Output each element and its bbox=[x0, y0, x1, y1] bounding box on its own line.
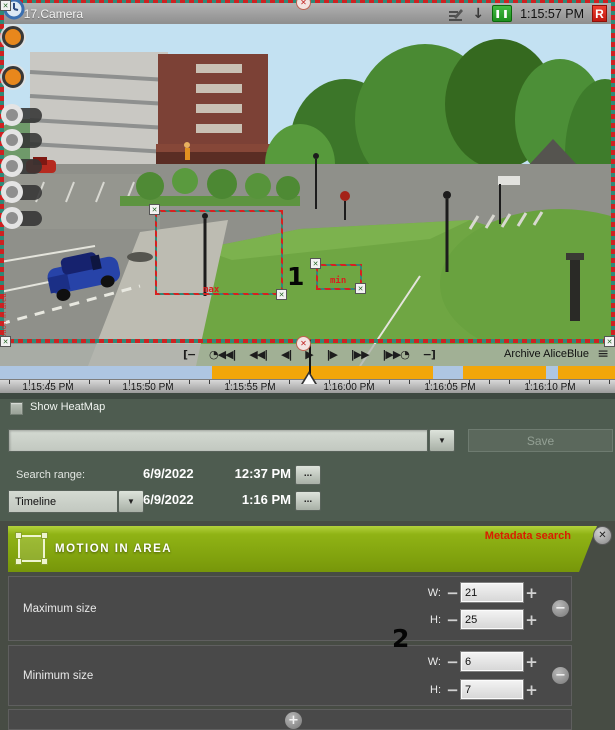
from-date: 6/9/2022 bbox=[143, 466, 194, 482]
increment-button[interactable]: + bbox=[524, 653, 539, 671]
camera-title: 17.Camera bbox=[24, 7, 83, 21]
search-mode-select[interactable]: Timeline bbox=[8, 490, 118, 513]
jump-end-button[interactable]: −] bbox=[423, 344, 435, 366]
search-mode-dropdown-icon[interactable]: ▼ bbox=[118, 490, 144, 513]
to-date-browse-button[interactable]: ... bbox=[295, 491, 321, 511]
annotate-icon[interactable] bbox=[448, 7, 464, 21]
metadata-search-panel: MOTION IN AREA Metadata search ✕ Maximum… bbox=[0, 521, 615, 730]
panel-title: MOTION IN AREA bbox=[55, 543, 172, 555]
archive-name[interactable]: Archive AliceBlue bbox=[504, 348, 589, 360]
decrement-button[interactable]: − bbox=[445, 681, 460, 699]
min-rect-handle-br[interactable]: ✕ bbox=[355, 283, 366, 294]
min-height-input[interactable] bbox=[460, 679, 524, 700]
prev-event-button[interactable]: ◔◀◀| bbox=[209, 344, 236, 366]
annotation-1: 1 bbox=[287, 262, 304, 291]
min-width-input[interactable] bbox=[460, 651, 524, 672]
recording-segment bbox=[558, 366, 615, 379]
region-delete-icon-bottom[interactable]: ✕ bbox=[296, 336, 311, 351]
to-time: 1:16 PM bbox=[242, 492, 291, 508]
region-handle-bl[interactable]: ✕ bbox=[0, 336, 11, 347]
recording-segment bbox=[463, 366, 546, 379]
next-event-button[interactable]: |▶▶◔ bbox=[382, 344, 409, 366]
to-date: 6/9/2022 bbox=[143, 492, 194, 508]
search-to-datetime: 6/9/2022 1:16 PM bbox=[143, 492, 291, 508]
decrement-button[interactable]: − bbox=[445, 653, 460, 671]
width-label: W: bbox=[419, 587, 441, 599]
max-rect-label: max bbox=[203, 285, 219, 295]
tick-label: 1:16:05 PM bbox=[405, 382, 495, 393]
width-label: W: bbox=[419, 656, 441, 668]
decrement-button[interactable]: − bbox=[445, 611, 460, 629]
max-width-input[interactable] bbox=[460, 582, 524, 603]
annotation-2: 2 bbox=[392, 624, 409, 653]
max-height-input[interactable] bbox=[460, 609, 524, 630]
max-rect-handle-br[interactable]: ✕ bbox=[276, 289, 287, 300]
add-row-strip: + bbox=[8, 709, 572, 730]
region-handle-br[interactable]: ✕ bbox=[604, 336, 615, 347]
remove-row-button[interactable]: − bbox=[552, 667, 569, 684]
min-rect-label: min bbox=[330, 276, 346, 286]
divider bbox=[0, 393, 615, 399]
tick-label: 1:16:00 PM bbox=[304, 382, 394, 393]
preset-combobox[interactable] bbox=[8, 429, 428, 452]
record-badge: R bbox=[592, 5, 607, 22]
playhead-marker-fill bbox=[303, 374, 315, 384]
region-handle-tl[interactable]: ✕ bbox=[0, 0, 11, 11]
tick-label: 1:15:50 PM bbox=[103, 382, 193, 393]
pause-button[interactable]: ❚❚ bbox=[492, 5, 512, 22]
bar-menu-icon[interactable]: ≡ bbox=[597, 346, 609, 362]
decrement-button[interactable]: − bbox=[445, 584, 460, 602]
export-icon[interactable]: ↓ bbox=[472, 6, 484, 22]
height-label: H: bbox=[419, 614, 441, 626]
metadata-search-tag: Metadata search bbox=[485, 530, 571, 542]
preset-dropdown-icon[interactable]: ▼ bbox=[429, 429, 455, 452]
motion-in-area-header: MOTION IN AREA Metadata search bbox=[8, 526, 597, 572]
stream-toggle-1[interactable] bbox=[0, 104, 46, 126]
row-label: Minimum size bbox=[23, 670, 93, 682]
stream-toggle-5[interactable] bbox=[0, 207, 46, 229]
increment-button[interactable]: + bbox=[524, 611, 539, 629]
max-rect-handle-tl[interactable]: ✕ bbox=[149, 204, 160, 215]
step-back-button[interactable]: ◀| bbox=[281, 344, 291, 366]
height-label: H: bbox=[419, 684, 441, 696]
stream-toggle-4[interactable] bbox=[0, 181, 46, 203]
video-frame bbox=[0, 24, 615, 366]
area-select-icon bbox=[18, 535, 45, 562]
stream-toggle-active-2[interactable] bbox=[2, 66, 24, 88]
region-border-right bbox=[611, 0, 615, 344]
save-button[interactable]: Save bbox=[468, 429, 613, 452]
fast-rewind-button[interactable]: ◀◀| bbox=[249, 344, 267, 366]
app-root: ▽ 17.Camera ↓ ❚❚ 1:15:57 PM R Motion in … bbox=[0, 0, 615, 730]
min-rect-handle-tl[interactable]: ✕ bbox=[310, 258, 321, 269]
step-forward-button[interactable]: |▶ bbox=[326, 344, 336, 366]
stream-toggle-active-1[interactable] bbox=[2, 26, 24, 48]
fast-forward-button[interactable]: |▶▶ bbox=[351, 344, 369, 366]
row-label: Maximum size bbox=[23, 603, 96, 615]
from-date-browse-button[interactable]: ... bbox=[295, 465, 321, 485]
remove-row-button[interactable]: − bbox=[552, 600, 569, 617]
camera-view[interactable]: ▽ 17.Camera ↓ ❚❚ 1:15:57 PM R Motion in … bbox=[0, 0, 615, 366]
show-heatmap-label: Show HeatMap bbox=[30, 401, 105, 413]
close-icon[interactable]: ✕ bbox=[593, 526, 612, 545]
tick-label: 1:15:45 PM bbox=[3, 382, 93, 393]
recording-segment bbox=[212, 366, 433, 379]
playback-time: 1:15:57 PM bbox=[520, 7, 584, 21]
increment-button[interactable]: + bbox=[524, 681, 539, 699]
add-row-button[interactable]: + bbox=[285, 712, 302, 729]
tick-label: 1:16:10 PM bbox=[505, 382, 595, 393]
minimum-size-row: Minimum size W: − + H: − + − bbox=[8, 645, 572, 706]
stream-toggle-2[interactable] bbox=[0, 129, 46, 151]
stream-toggle-3[interactable] bbox=[0, 155, 46, 177]
show-heatmap-checkbox[interactable] bbox=[10, 402, 23, 415]
max-size-rect[interactable] bbox=[155, 210, 283, 295]
jump-start-button[interactable]: [− bbox=[183, 344, 195, 366]
tick-label: 1:15:55 PM bbox=[205, 382, 295, 393]
search-range-label: Search range: bbox=[16, 469, 85, 481]
search-from-datetime: 6/9/2022 12:37 PM bbox=[143, 466, 291, 482]
increment-button[interactable]: + bbox=[524, 584, 539, 602]
maximum-size-row: Maximum size W: − + H: − + − bbox=[8, 576, 572, 641]
from-time: 12:37 PM bbox=[235, 466, 291, 482]
